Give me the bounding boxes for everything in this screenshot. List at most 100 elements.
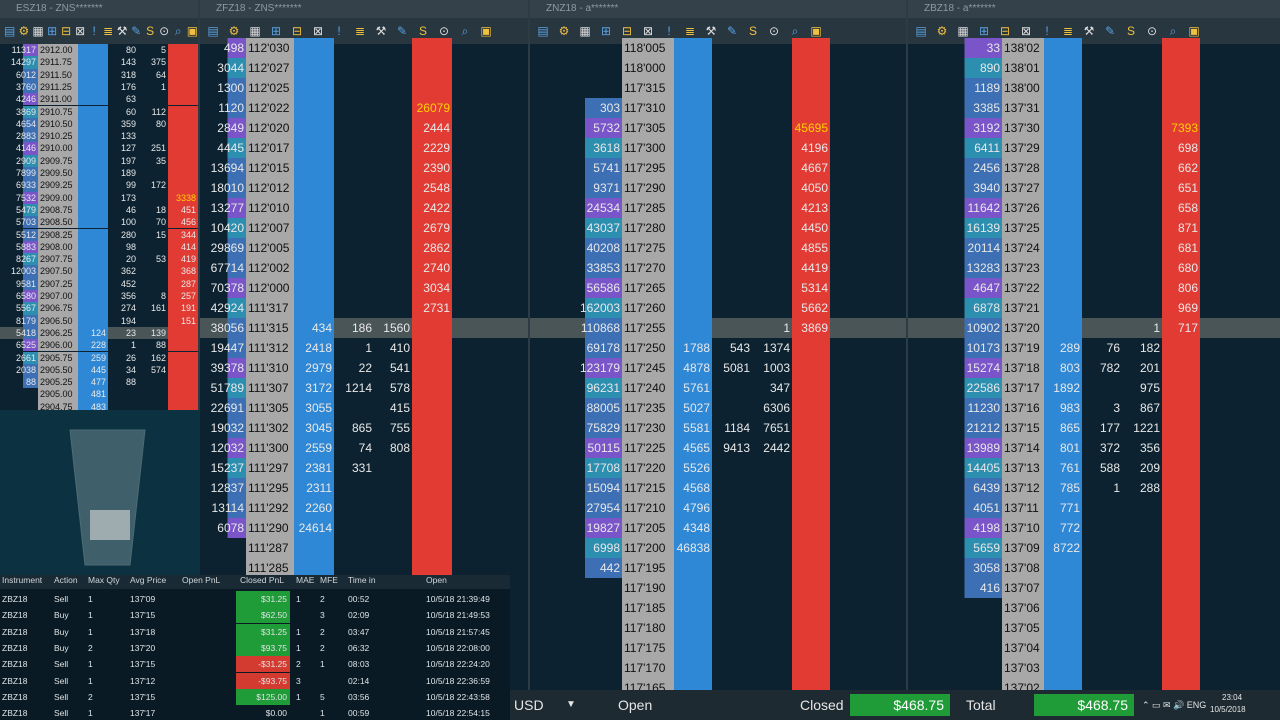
bid-cell[interactable] bbox=[674, 38, 712, 58]
bid-cell[interactable] bbox=[78, 191, 108, 204]
ladder-row[interactable]: 5732 117'305 45695 bbox=[530, 118, 906, 138]
ask-cell[interactable]: 806 bbox=[1162, 278, 1200, 298]
ask-cell[interactable] bbox=[1162, 558, 1200, 578]
ladder-row[interactable]: 8267 2907.75 20 53 419 bbox=[0, 253, 198, 266]
ask-cell[interactable] bbox=[168, 117, 198, 131]
ask-cell[interactable] bbox=[1162, 58, 1200, 78]
ask-cell[interactable] bbox=[792, 678, 830, 690]
bid-cell[interactable]: 4565 bbox=[674, 438, 712, 458]
ladder-row[interactable]: 33 138'02 bbox=[908, 38, 1280, 58]
ladder-row[interactable]: 137'04 bbox=[908, 638, 1280, 658]
bid-cell[interactable]: 3172 bbox=[294, 378, 334, 398]
bid-cell[interactable] bbox=[1044, 558, 1082, 578]
ask-cell[interactable]: 2390 bbox=[412, 158, 452, 178]
ask-cell[interactable]: 191 bbox=[168, 302, 198, 315]
bid-cell[interactable] bbox=[294, 78, 334, 98]
bid-cell[interactable] bbox=[674, 138, 712, 158]
bid-cell[interactable] bbox=[1044, 198, 1082, 218]
toolbar-icon[interactable]: ⌕ bbox=[173, 22, 184, 40]
ladder-row[interactable]: 13694 112'015 2390 bbox=[200, 158, 528, 178]
ask-cell[interactable]: 4450 bbox=[792, 218, 830, 238]
ladder-row[interactable]: 162003 117'260 5662 bbox=[530, 298, 906, 318]
bid-cell[interactable] bbox=[1044, 298, 1082, 318]
ladder-row[interactable]: 5883 2908.00 98 414 bbox=[0, 240, 198, 254]
bid-cell[interactable]: 803 bbox=[1044, 358, 1082, 378]
chevron-down-icon[interactable]: ▼ bbox=[566, 690, 576, 720]
bid-cell[interactable] bbox=[78, 56, 108, 69]
ladder-row[interactable]: 5512 2908.25 280 15 344 bbox=[0, 228, 198, 241]
bid-cell[interactable] bbox=[78, 302, 108, 315]
column-header[interactable]: Action bbox=[54, 575, 78, 585]
ask-cell[interactable] bbox=[1162, 418, 1200, 438]
ask-cell[interactable]: 2548 bbox=[412, 178, 452, 198]
ask-cell[interactable]: 4050 bbox=[792, 178, 830, 198]
bid-cell[interactable] bbox=[674, 218, 712, 238]
ask-cell[interactable]: 368 bbox=[168, 265, 198, 278]
bid-cell[interactable] bbox=[78, 105, 108, 118]
ladder-row[interactable]: 5703 2908.50 100 70 456 bbox=[0, 216, 198, 229]
bid-cell[interactable] bbox=[294, 278, 334, 298]
ladder-row[interactable]: 12837 111'295 2311 bbox=[200, 478, 528, 498]
ladder-row[interactable]: 19827 117'205 4348 bbox=[530, 518, 906, 538]
ladder-row[interactable]: 2883 2910.25 133 bbox=[0, 130, 198, 143]
bid-cell[interactable] bbox=[1044, 38, 1082, 58]
ask-cell[interactable]: 419 bbox=[168, 253, 198, 266]
ladder-row[interactable]: 118'000 bbox=[530, 58, 906, 78]
bid-cell[interactable]: 4796 bbox=[674, 498, 712, 518]
zn-title-bar[interactable]: ZNZ18 - a******* bbox=[530, 0, 906, 18]
ladder-row[interactable]: 51789 111'307 3172 1214 578 bbox=[200, 378, 528, 398]
ask-cell[interactable] bbox=[792, 538, 830, 558]
bid-cell[interactable] bbox=[294, 538, 334, 558]
toolbar-icon[interactable]: ▤ bbox=[4, 22, 15, 40]
ask-cell[interactable]: 4213 bbox=[792, 198, 830, 218]
ask-cell[interactable] bbox=[168, 376, 198, 389]
ladder-row[interactable]: 43037 117'280 4450 bbox=[530, 218, 906, 238]
bid-cell[interactable] bbox=[1044, 578, 1082, 598]
bid-cell[interactable] bbox=[674, 118, 712, 138]
bid-cell[interactable]: 2979 bbox=[294, 358, 334, 378]
bid-cell[interactable]: 983 bbox=[1044, 398, 1082, 418]
toolbar-icon[interactable]: ⚙ bbox=[18, 22, 29, 40]
bid-cell[interactable]: 1892 bbox=[1044, 378, 1082, 398]
ask-cell[interactable] bbox=[412, 358, 452, 378]
bid-cell[interactable] bbox=[674, 278, 712, 298]
ladder-row[interactable]: 4654 2910.50 359 80 bbox=[0, 117, 198, 131]
ladder-row[interactable]: 88005 117'235 5027 6306 bbox=[530, 398, 906, 418]
ladder-row[interactable]: 117'180 bbox=[530, 618, 906, 638]
ask-cell[interactable] bbox=[1162, 98, 1200, 118]
bid-cell[interactable] bbox=[1044, 118, 1082, 138]
bid-cell[interactable] bbox=[294, 238, 334, 258]
ladder-row[interactable]: 416 137'07 bbox=[908, 578, 1280, 598]
ask-cell[interactable]: 4419 bbox=[792, 258, 830, 278]
ladder-row[interactable]: 137'05 bbox=[908, 618, 1280, 638]
ladder-row[interactable]: 6998 117'200 46838 bbox=[530, 538, 906, 558]
ask-cell[interactable]: 680 bbox=[1162, 258, 1200, 278]
column-header[interactable]: Closed PnL bbox=[240, 575, 284, 585]
ask-cell[interactable]: 651 bbox=[1162, 178, 1200, 198]
ladder-row[interactable]: 7532 2909.00 173 3338 bbox=[0, 191, 198, 204]
bid-cell[interactable] bbox=[294, 178, 334, 198]
ladder-row[interactable]: 12003 2907.50 362 368 bbox=[0, 265, 198, 278]
ladder-row[interactable]: 6439 137'12 785 1 288 bbox=[908, 478, 1280, 498]
ask-cell[interactable] bbox=[1162, 338, 1200, 358]
ask-cell[interactable] bbox=[792, 658, 830, 678]
bid-cell[interactable] bbox=[294, 158, 334, 178]
ladder-row[interactable]: 6411 137'29 698 bbox=[908, 138, 1280, 158]
bid-cell[interactable] bbox=[294, 198, 334, 218]
bid-cell[interactable] bbox=[78, 142, 108, 155]
bid-cell[interactable] bbox=[674, 238, 712, 258]
toolbar-icon[interactable]: ⚒ bbox=[117, 22, 128, 40]
bid-cell[interactable] bbox=[674, 198, 712, 218]
ask-cell[interactable]: 257 bbox=[168, 290, 198, 303]
bid-cell[interactable] bbox=[294, 218, 334, 238]
es-title-bar[interactable]: ESZ18 - ZNS******* bbox=[0, 0, 198, 18]
ladder-row[interactable]: 5567 2906.75 274 161 191 bbox=[0, 302, 198, 315]
bid-cell[interactable]: 4568 bbox=[674, 478, 712, 498]
ladder-row[interactable]: 39378 111'310 2979 22 541 bbox=[200, 358, 528, 378]
ask-cell[interactable] bbox=[792, 558, 830, 578]
ladder-row[interactable]: 17708 117'220 5526 bbox=[530, 458, 906, 478]
bid-cell[interactable]: 4348 bbox=[674, 518, 712, 538]
ask-cell[interactable]: 7393 bbox=[1162, 118, 1200, 138]
ask-cell[interactable]: 456 bbox=[168, 216, 198, 229]
bid-cell[interactable]: 259 bbox=[78, 351, 108, 364]
